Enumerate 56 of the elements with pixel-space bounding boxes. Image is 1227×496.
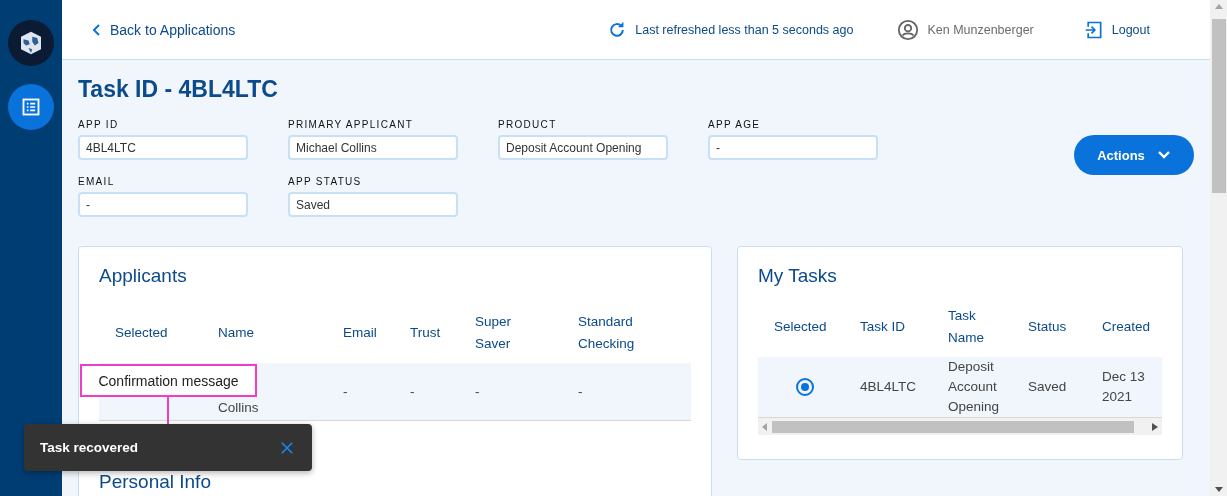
radio-button[interactable] [796, 378, 814, 396]
card-title: Personal Info [99, 471, 212, 493]
column-header: Created [1101, 318, 1152, 336]
field-label: EMAIL [78, 176, 116, 187]
input-field[interactable]: - [78, 192, 248, 217]
column-header: Task Name [947, 307, 985, 347]
table-cell: - [394, 363, 459, 421]
logout-link[interactable]: Logout [1083, 18, 1150, 41]
column-header: Trust [409, 324, 442, 342]
field-label: PRIMARY APPLICANT [288, 119, 415, 130]
field-label: APP STATUS [288, 176, 363, 187]
column-header: Standard Checking [577, 313, 636, 353]
chevron-left-icon [92, 22, 102, 37]
table-cell: Saved [1020, 357, 1094, 418]
table-cell: Deposit Account Opening [940, 357, 1020, 418]
scroll-right-icon [1152, 422, 1158, 431]
leader-line [167, 397, 169, 424]
card-title: My Tasks [758, 265, 838, 287]
sidebar-button[interactable] [8, 84, 54, 130]
horizontal-scrollbar[interactable] [758, 418, 1162, 435]
table-cell: Dec 13 2021 [1094, 357, 1162, 418]
list-icon [21, 97, 41, 117]
scroll-down-icon [1214, 487, 1223, 492]
field-label: PRODUCT [498, 119, 558, 130]
input-field[interactable]: 4BL4LTC [78, 135, 248, 160]
vertical-scrollbar[interactable] [1210, 0, 1227, 496]
back-link[interactable]: Back to Applications [92, 21, 236, 38]
scroll-up-icon [1214, 4, 1223, 9]
column-header: Selected [773, 318, 828, 336]
input-field[interactable]: Michael Collins [288, 135, 458, 160]
page-title: Task ID - 4BL4LTC [78, 76, 279, 103]
toast-message: Task recovered [40, 440, 139, 455]
sidebar-button[interactable] [8, 20, 54, 66]
actions-button[interactable]: Actions [1074, 135, 1194, 175]
card-title: Applicants [99, 265, 188, 287]
refresh-status[interactable]: Last refreshed less than 5 seconds ago [607, 19, 854, 40]
column-header: Status [1027, 318, 1068, 336]
column-header: Super Saver [474, 313, 513, 353]
field-label: APP AGE [708, 119, 762, 130]
input-field[interactable]: Saved [288, 192, 458, 217]
scroll-left-icon [762, 422, 768, 431]
table-cell: 4BL4LTC [852, 357, 940, 418]
table-cell: - [562, 363, 691, 421]
column-header: Selected [114, 324, 169, 342]
user-name[interactable]: Ken Munzenberger [897, 18, 1034, 41]
column-header: Name [217, 324, 255, 342]
input-field[interactable]: - [708, 135, 878, 160]
table-cell: - [327, 363, 394, 421]
chevron-down-icon [1156, 150, 1171, 160]
annotation-label: Confirmation message [80, 364, 257, 397]
input-field[interactable]: Deposit Account Opening [498, 135, 668, 160]
table-cell: - [459, 363, 562, 421]
column-header: Email [342, 324, 378, 342]
field-label: APP ID [78, 119, 120, 130]
column-header: Task ID [859, 318, 906, 336]
user-icon [897, 18, 920, 41]
